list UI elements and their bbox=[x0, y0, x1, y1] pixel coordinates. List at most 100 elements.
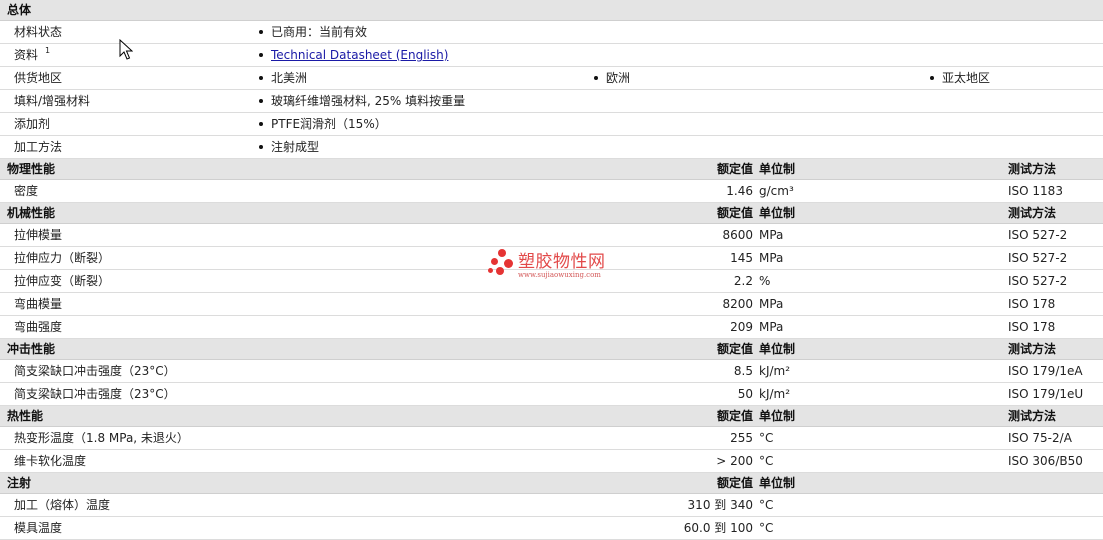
property-row: 拉伸应变（断裂） 2.2% ISO 527-2 bbox=[0, 270, 1103, 293]
property-label: 密度 bbox=[14, 184, 39, 198]
property-unit: MPa bbox=[759, 297, 784, 311]
property-label: 热变形温度（1.8 MPa, 未退火） bbox=[14, 431, 189, 445]
header-value: 额定值 bbox=[716, 409, 753, 423]
bullet-item: 亚太地区 bbox=[930, 67, 990, 89]
property-label: 弯曲模量 bbox=[14, 297, 63, 311]
property-label: 简支梁缺口冲击强度（23°C） bbox=[14, 387, 176, 401]
property-method: ISO 178 bbox=[1008, 297, 1056, 311]
bullet-icon bbox=[259, 75, 263, 80]
header-value: 额定值 bbox=[716, 342, 753, 356]
row-label: 材料状态 bbox=[14, 25, 63, 39]
row-label: 填料/增强材料 bbox=[14, 94, 91, 108]
header-value: 额定值 bbox=[716, 162, 753, 176]
section-title: 物理性能 bbox=[7, 162, 56, 176]
bullet-text: 亚太地区 bbox=[942, 71, 991, 85]
property-value: 8200 bbox=[722, 297, 753, 311]
property-row: 热变形温度（1.8 MPa, 未退火） 255 °C ISO 75-2/A bbox=[0, 427, 1103, 450]
property-row: 弯曲模量 8200 MPa ISO 178 bbox=[0, 293, 1103, 316]
bullet-icon bbox=[930, 75, 934, 80]
property-row: 维卡软化温度 > 200 °C ISO 306/B50 bbox=[0, 450, 1103, 473]
bullet-icon bbox=[259, 29, 263, 34]
property-unit: MPa bbox=[759, 251, 784, 265]
property-unit: °C bbox=[759, 521, 774, 535]
property-value: 50 bbox=[737, 387, 753, 401]
footnote-marker: 1 bbox=[45, 46, 51, 55]
property-row: 拉伸应力（断裂） 145 MPa ISO 527-2 bbox=[0, 247, 1103, 270]
property-unit: kJ/m² bbox=[759, 387, 791, 401]
technical-datasheet-link[interactable]: Technical Datasheet (English) bbox=[271, 48, 448, 62]
bullet-item: 注射成型 bbox=[259, 136, 319, 158]
general-row: 材料状态 已商用：当前有效 bbox=[0, 21, 1103, 44]
row-label: 资料 bbox=[14, 48, 39, 62]
property-label: 拉伸应力（断裂） bbox=[14, 251, 111, 265]
general-row: 添加剂 PTFE润滑剂（15%） bbox=[0, 113, 1103, 136]
bullet-item: 玻璃纤维增强材料, 25% 填料按重量 bbox=[259, 90, 465, 112]
property-method: ISO 527-2 bbox=[1008, 228, 1068, 242]
property-unit: g/cm³ bbox=[759, 184, 794, 198]
property-label: 拉伸模量 bbox=[14, 228, 63, 242]
property-unit: °C bbox=[759, 498, 774, 512]
general-row: 填料/增强材料 玻璃纤维增强材料, 25% 填料按重量 bbox=[0, 90, 1103, 113]
header-method: 测试方法 bbox=[1008, 409, 1057, 423]
property-label: 弯曲强度 bbox=[14, 320, 63, 334]
property-method: ISO 527-2 bbox=[1008, 251, 1068, 265]
property-method: ISO 306/B50 bbox=[1008, 454, 1083, 468]
section-header: 物理性能 额定值 单位制 测试方法 bbox=[0, 159, 1103, 180]
section-header-general: 总体 bbox=[0, 0, 1103, 21]
property-value: > 200 bbox=[716, 454, 753, 468]
property-unit: °C bbox=[759, 431, 774, 445]
section-title: 冲击性能 bbox=[7, 342, 56, 356]
header-unit: 单位制 bbox=[759, 409, 796, 423]
header-unit: 单位制 bbox=[759, 476, 796, 490]
property-row: 简支梁缺口冲击强度（23°C） 8.5 kJ/m² ISO 179/1eA bbox=[0, 360, 1103, 383]
property-unit: MPa bbox=[759, 228, 784, 242]
property-row: 拉伸模量 8600 MPa ISO 527-2 bbox=[0, 224, 1103, 247]
property-row: 密度 1.46 g/cm³ ISO 1183 bbox=[0, 180, 1103, 203]
property-method: ISO 178 bbox=[1008, 320, 1056, 334]
section-title: 机械性能 bbox=[7, 206, 56, 220]
section-title: 总体 bbox=[7, 3, 32, 17]
section-header: 热性能 额定值 单位制 测试方法 bbox=[0, 406, 1103, 427]
header-value: 额定值 bbox=[716, 476, 753, 490]
bullet-item: 北美洲 bbox=[259, 67, 307, 89]
header-method: 测试方法 bbox=[1008, 206, 1057, 220]
property-method: ISO 179/1eU bbox=[1008, 387, 1084, 401]
property-row: 模具温度 60.0 到 100 °C bbox=[0, 517, 1103, 540]
header-value: 额定值 bbox=[716, 206, 753, 220]
property-value: 209 bbox=[730, 320, 753, 334]
property-label: 模具温度 bbox=[14, 521, 63, 535]
section-header: 冲击性能 额定值 单位制 测试方法 bbox=[0, 339, 1103, 360]
section-header: 注射 额定值 单位制 bbox=[0, 473, 1103, 494]
bullet-icon bbox=[259, 98, 263, 103]
bullet-text: 欧洲 bbox=[606, 71, 631, 85]
bullet-text: PTFE润滑剂（15%） bbox=[271, 117, 387, 131]
bullet-item: 欧洲 bbox=[594, 67, 630, 89]
row-label: 添加剂 bbox=[14, 117, 51, 131]
property-label: 拉伸应变（断裂） bbox=[14, 274, 111, 288]
bullet-icon bbox=[259, 52, 263, 57]
bullet-icon bbox=[259, 144, 263, 149]
property-value: 255 bbox=[730, 431, 753, 445]
general-row: 供货地区 北美洲 欧洲 亚太地区 bbox=[0, 67, 1103, 90]
property-method: ISO 527-2 bbox=[1008, 274, 1068, 288]
property-value: 1.46 bbox=[726, 184, 753, 198]
property-value: 60.0 到 100 bbox=[683, 521, 753, 535]
property-unit: MPa bbox=[759, 320, 784, 334]
bullet-item: PTFE润滑剂（15%） bbox=[259, 113, 387, 135]
datasheet-link-item: Technical Datasheet (English) bbox=[259, 44, 448, 66]
header-method: 测试方法 bbox=[1008, 162, 1057, 176]
property-value: 310 到 340 bbox=[687, 498, 753, 512]
row-label: 加工方法 bbox=[14, 140, 63, 154]
header-method: 测试方法 bbox=[1008, 342, 1057, 356]
bullet-text: 已商用：当前有效 bbox=[271, 25, 368, 39]
property-method: ISO 75-2/A bbox=[1008, 431, 1072, 445]
property-value: 8600 bbox=[722, 228, 753, 242]
section-header: 机械性能 额定值 单位制 测试方法 bbox=[0, 203, 1103, 224]
property-unit: °C bbox=[759, 454, 774, 468]
property-method: ISO 179/1eA bbox=[1008, 364, 1083, 378]
property-row: 简支梁缺口冲击强度（23°C） 50 kJ/m² ISO 179/1eU bbox=[0, 383, 1103, 406]
section-title: 注射 bbox=[7, 476, 32, 490]
bullet-text: 北美洲 bbox=[271, 71, 308, 85]
property-label: 加工（熔体）温度 bbox=[14, 498, 111, 512]
property-method: ISO 1183 bbox=[1008, 184, 1063, 198]
